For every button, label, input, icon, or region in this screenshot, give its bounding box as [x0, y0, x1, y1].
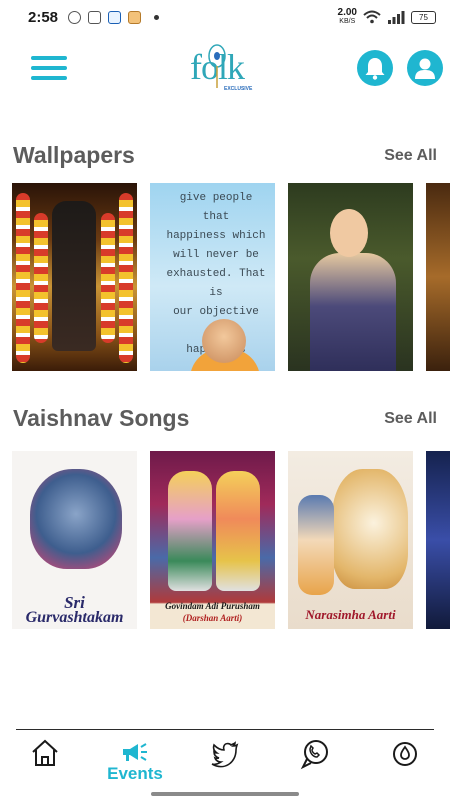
song-title-line1: Govindam Adi Purusham [165, 601, 260, 611]
songs-title: Vaishnav Songs [13, 405, 190, 431]
hamburger-icon [31, 56, 67, 60]
quote-line: exhausted. That is [166, 268, 266, 299]
app-header: folk EXCLUSIVE [0, 34, 450, 104]
song-card[interactable]: Narasimha Aarti [288, 451, 413, 629]
status-bar: 2:58 2.00 KB/S 75 [0, 0, 450, 34]
songs-carousel[interactable]: Sri Gurvashtakam Govindam Adi Purusham (… [12, 451, 450, 631]
menu-button[interactable] [31, 52, 69, 84]
wallpapers-title: Wallpapers [13, 142, 135, 168]
peacock-feather-icon [208, 44, 226, 88]
nav-support[interactable] [280, 738, 350, 794]
wallpapers-see-all-button[interactable]: See All [384, 147, 437, 165]
twitter-icon [211, 741, 239, 768]
garland-decoration [34, 213, 48, 343]
support-icon [300, 740, 328, 770]
song-title-line1: Narasimha Aarti [305, 607, 396, 622]
deity-figure [168, 471, 212, 591]
wallpapers-carousel[interactable]: give people that happiness which will ne… [12, 183, 450, 373]
user-icon [415, 58, 435, 79]
hamburger-line [31, 66, 67, 70]
song-title-line2: Gurvashtakam [25, 609, 124, 626]
wifi-icon [363, 10, 381, 24]
nav-donate[interactable] [370, 738, 440, 794]
megaphone-icon [123, 743, 147, 761]
song-title-line2: (Darshan Aarti) [182, 613, 243, 623]
song-card[interactable]: Sri Gurvashtakam [12, 451, 137, 629]
song-card[interactable] [426, 451, 450, 629]
songs-see-all-button[interactable]: See All [384, 410, 437, 428]
drop-icon [393, 742, 417, 766]
whatsapp-icon [68, 10, 82, 24]
amazon-icon [128, 10, 142, 24]
gesture-bar[interactable] [151, 792, 299, 796]
logo-subtitle: EXCLUSIVE [224, 86, 253, 92]
wallpaper-card[interactable] [426, 183, 450, 371]
signal-icon [388, 11, 405, 24]
profile-button[interactable] [407, 50, 443, 86]
painting-figure-body [310, 253, 396, 371]
wallpaper-card[interactable] [12, 183, 137, 371]
status-indicators: 2.00 KB/S 75 [338, 8, 436, 26]
lion-artwork [332, 469, 408, 589]
home-icon [32, 739, 58, 766]
garland-decoration [16, 193, 30, 363]
grid-app-icon [88, 10, 102, 24]
nav-events[interactable]: Events [100, 742, 170, 798]
bell-icon [365, 58, 385, 80]
nav-twitter[interactable] [190, 738, 260, 794]
quote-line: give people that [179, 192, 253, 223]
notification-dot-icon [154, 14, 160, 20]
folk-logo: folk EXCLUSIVE [190, 44, 262, 98]
nav-events-label: Events [107, 764, 163, 783]
garland-decoration [119, 193, 133, 363]
status-time: 2:58 [28, 8, 59, 26]
portrait-face [202, 319, 246, 363]
quote-line: happiness which [166, 230, 266, 242]
deity-figure [52, 201, 96, 351]
network-speed: 2.00 KB/S [338, 8, 357, 26]
wallpaper-card[interactable]: give people that happiness which will ne… [150, 183, 275, 371]
notifications-button[interactable] [357, 50, 393, 86]
figure-artwork [298, 495, 334, 595]
bottom-nav: Events [0, 730, 450, 800]
status-app-icons [68, 10, 160, 24]
garland-decoration [101, 213, 115, 343]
hamburger-line [31, 76, 67, 80]
battery-icon: 75 [411, 10, 436, 24]
song-card[interactable]: Govindam Adi Purusham (Darshan Aarti) [150, 451, 275, 629]
portrait-artwork [30, 469, 122, 569]
wallpaper-card[interactable] [288, 183, 413, 371]
nav-home[interactable] [10, 738, 80, 794]
painting-figure-head [330, 209, 368, 257]
network-speed-unit: KB/S [339, 18, 356, 25]
paytm-icon [108, 10, 122, 24]
deity-figure [216, 471, 260, 591]
quote-line: will never be [173, 249, 259, 261]
